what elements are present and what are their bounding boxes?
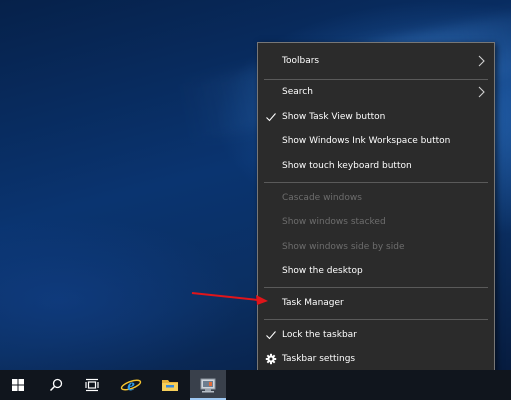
menu-item-label: Search: [282, 87, 313, 97]
internet-explorer-button[interactable]: e: [113, 370, 149, 400]
menu-separator: [264, 182, 488, 183]
menu-separator: [264, 319, 488, 320]
menu-item-show-windows-ink-workspace-button[interactable]: Show Windows Ink Workspace button: [258, 129, 494, 153]
menu-item-taskbar-settings[interactable]: Taskbar settings: [258, 347, 494, 371]
server-manager-icon: [200, 378, 216, 393]
menu-item-label: Show Task View button: [282, 112, 386, 122]
menu-item-show-windows-side-by-side[interactable]: Show windows side by side: [258, 235, 494, 259]
menu-item-label: Show touch keyboard button: [282, 161, 412, 171]
menu-item-label: Task Manager: [282, 298, 344, 308]
menu-item-label: Show Windows Ink Workspace button: [282, 136, 451, 146]
taskbar: e: [0, 370, 511, 400]
menu-item-show-touch-keyboard-button[interactable]: Show touch keyboard button: [258, 154, 494, 178]
task-view-button[interactable]: [74, 370, 110, 400]
menu-item-label: Lock the taskbar: [282, 330, 357, 340]
server-manager-button[interactable]: [190, 370, 226, 400]
file-explorer-button[interactable]: [152, 370, 188, 400]
gear-icon: [265, 353, 277, 365]
chevron-right-icon: [478, 86, 485, 98]
menu-separator: [264, 287, 488, 288]
menu-item-label: Cascade windows: [282, 193, 362, 203]
menu-item-label: Show windows stacked: [282, 217, 386, 227]
menu-item-label: Show the desktop: [282, 266, 363, 276]
search-icon: [49, 378, 63, 392]
menu-item-cascade-windows[interactable]: Cascade windows: [258, 186, 494, 210]
checkmark-icon: [266, 331, 276, 340]
folder-icon: [162, 380, 178, 391]
task-view-icon: [85, 378, 99, 392]
menu-item-label: Taskbar settings: [282, 354, 356, 364]
menu-item-lock-the-taskbar[interactable]: Lock the taskbar: [258, 323, 494, 347]
chevron-right-icon: [478, 55, 485, 67]
menu-item-task-manager[interactable]: Task Manager: [258, 291, 494, 315]
menu-item-show-windows-stacked[interactable]: Show windows stacked: [258, 210, 494, 234]
menu-item-label: Show windows side by side: [282, 242, 405, 252]
menu-item-show-task-view-button[interactable]: Show Task View button: [258, 105, 494, 129]
windows-logo-icon: [12, 379, 24, 391]
start-button[interactable]: [0, 370, 36, 400]
menu-item-toolbars[interactable]: Toolbars: [258, 49, 494, 73]
taskbar-context-menu: Toolbars Search Show Task View button Sh…: [257, 42, 495, 379]
svg-text:e: e: [127, 376, 135, 395]
menu-item-label: Toolbars: [282, 56, 320, 66]
internet-explorer-icon: e: [120, 376, 142, 395]
menu-item-search[interactable]: Search: [258, 80, 494, 104]
checkmark-icon: [266, 113, 276, 122]
menu-item-show-the-desktop[interactable]: Show the desktop: [258, 259, 494, 283]
search-button[interactable]: [38, 370, 74, 400]
